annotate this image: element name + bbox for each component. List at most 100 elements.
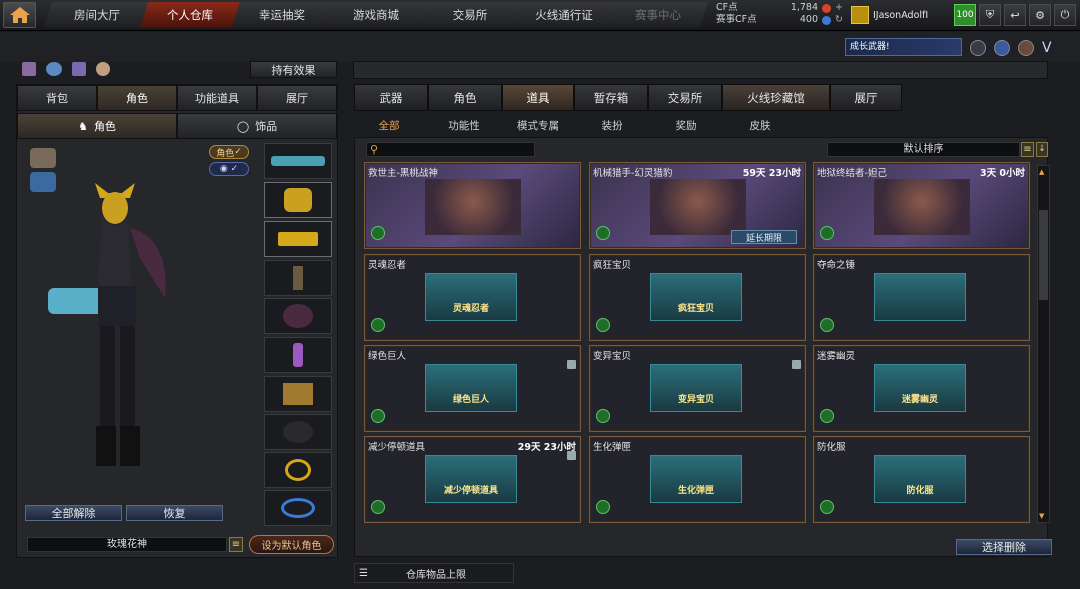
item-card[interactable]: 机械猎手-幻灵猎豹 59天 23小时 延长期限 [589,162,806,249]
sort-select[interactable]: 默认排序 [827,142,1020,157]
item-card[interactable]: 减少停顿道具 29天 23小时 减少停顿道具 [364,436,581,523]
slot-ammo[interactable] [264,376,332,412]
subtab-accessory[interactable]: ◯ 饰品 [177,113,337,139]
item-card[interactable]: 疯狂宝贝 疯狂宝贝 [589,254,806,341]
slot-bottle[interactable] [264,337,332,373]
slot-empty[interactable] [264,414,332,450]
slot-ring[interactable] [264,452,332,488]
check-icon[interactable] [371,226,385,240]
check-icon[interactable] [371,318,385,332]
check-icon[interactable] [820,409,834,423]
globe-icon[interactable] [994,40,1010,56]
item-card[interactable]: 迷雾幽灵 迷雾幽灵 [813,345,1030,432]
growth-weapon-banner[interactable]: 成长武器! [845,38,962,56]
nav-tab-shop[interactable]: 游戏商城 [324,2,428,28]
check-icon[interactable] [596,226,610,240]
sort-direction-icon[interactable]: ↓ [1036,142,1048,157]
check-icon[interactable] [820,226,834,240]
tab-weapons[interactable]: 武器 [354,84,428,111]
check-icon[interactable] [596,500,610,514]
search-input[interactable]: ⚲ [366,142,535,157]
subtab-character[interactable]: ♞ 角色 [17,113,177,139]
nav-tab-exchange[interactable]: 交易所 [420,2,520,28]
v-logo-icon[interactable]: V [1042,40,1058,56]
tab-props[interactable]: 道具 [502,84,574,111]
trash-icon[interactable] [567,451,576,460]
trash-icon[interactable] [567,360,576,369]
item-card[interactable]: 地狱终结者-妲己 3天 0小时 [813,162,1030,249]
set-default-button[interactable]: 设为默认角色 [249,535,334,554]
tab-storage[interactable]: 暂存箱 [574,84,648,111]
eye-icon[interactable] [46,62,62,76]
trash-icon[interactable] [792,360,801,369]
subtab-reward[interactable]: 奖励 [658,116,714,134]
left-tab-bag[interactable]: 背包 [17,85,97,111]
nav-tab-events[interactable]: 赛事中心 [608,2,708,28]
item-card[interactable]: 变异宝贝 变异宝贝 [589,345,806,432]
scroll-up-icon[interactable]: ▲ [1039,168,1048,176]
character-name-field[interactable]: 玫瑰花神 [27,537,227,552]
stats-icon[interactable] [22,62,36,76]
hand-icon[interactable] [96,62,110,76]
role-badge[interactable]: 角色 ✓ [209,145,249,159]
return-icon[interactable]: ↩ [1004,4,1026,26]
capacity-bar[interactable]: ☰ 仓库物品上限 [354,563,514,583]
check-icon[interactable] [820,500,834,514]
subtab-skin[interactable]: 皮肤 [732,116,788,134]
check-icon[interactable] [371,500,385,514]
slot-bracelet[interactable] [264,490,332,526]
shield-icon[interactable]: ⛨ [979,4,1001,26]
check-icon[interactable] [820,318,834,332]
power-icon[interactable]: ⏻ [1054,4,1076,26]
slot-weapon[interactable] [264,143,332,179]
home-button[interactable] [3,2,36,28]
refresh-icon[interactable]: ↻ [835,14,843,26]
rotate-icon[interactable] [30,148,56,168]
subtab-dress[interactable]: 装扮 [584,116,640,134]
select-delete-button[interactable]: 选择删除 [956,539,1052,555]
check-icon[interactable] [596,409,610,423]
subtab-mode[interactable]: 模式专属 [506,116,570,134]
nav-tab-lottery[interactable]: 幸运抽奖 [232,2,332,28]
slot-helmet[interactable] [264,182,332,218]
release-all-button[interactable]: 全部解除 [25,505,122,521]
slot-mask[interactable] [264,221,332,257]
effects-button[interactable]: 持有效果 [250,61,337,78]
tab-collection[interactable]: 火线珍藏馆 [722,84,830,111]
scroll-down-icon[interactable]: ▼ [1039,512,1048,520]
item-card[interactable]: 救世主-黑桃战神 [364,162,581,249]
left-tab-items[interactable]: 功能道具 [177,85,257,111]
tab-roles[interactable]: 角色 [428,84,502,111]
tab-hall[interactable]: 展厅 [830,84,902,111]
item-card[interactable]: 夺命之锤 [813,254,1030,341]
slot-wings[interactable] [264,298,332,334]
item-card[interactable]: 防化服 防化服 [813,436,1030,523]
slot-radio[interactable] [264,260,332,296]
extend-button[interactable]: 延长期限 [731,230,797,244]
view-badge[interactable]: ◉ ✓ [209,162,249,176]
list-view-icon[interactable]: ≡ [1021,142,1034,157]
restore-button[interactable]: 恢复 [126,505,223,521]
item-card[interactable]: 绿色巨人 绿色巨人 [364,345,581,432]
capacity-label: 仓库物品上限 [405,569,466,581]
gear-icon[interactable]: ⚙ [1029,4,1051,26]
list-icon[interactable]: ≡ [229,537,243,552]
add-cf-icon[interactable]: + [835,2,843,14]
check-icon[interactable] [371,409,385,423]
scroll-thumb[interactable] [1039,210,1048,300]
subtab-functional[interactable]: 功能性 [434,116,494,134]
scrollbar[interactable]: ▲ ▼ [1037,165,1050,523]
badge-icon[interactable] [970,40,986,56]
left-tab-role[interactable]: 角色 [97,85,177,111]
nav-tab-lobby[interactable]: 房间大厅 [44,2,150,28]
check-icon[interactable] [596,318,610,332]
item-card[interactable]: 灵魂忍者 灵魂忍者 [364,254,581,341]
item-card[interactable]: 生化弹匣 生化弹匣 [589,436,806,523]
left-tab-hall[interactable]: 展厅 [257,85,337,111]
nav-tab-warehouse[interactable]: 个人仓库 [140,2,240,28]
nav-tab-pass[interactable]: 火线通行证 [512,2,616,28]
subtab-all[interactable]: 全部 [360,116,418,134]
pose-icon[interactable] [72,62,86,76]
tab-exchange[interactable]: 交易所 [648,84,722,111]
wrench-icon[interactable] [1018,40,1034,56]
